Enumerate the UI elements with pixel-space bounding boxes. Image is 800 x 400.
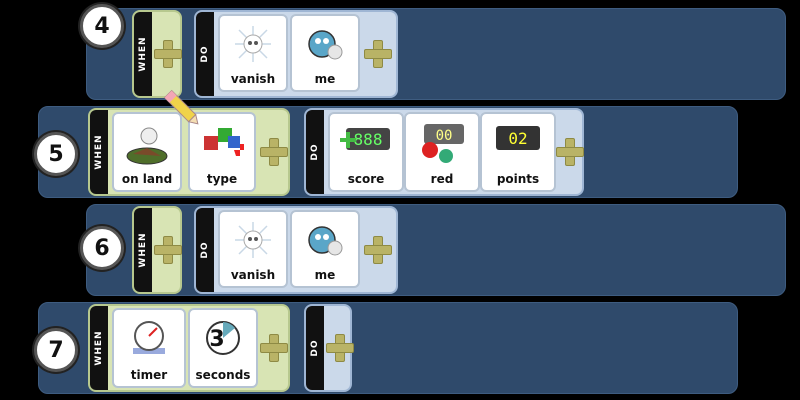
tile-label: seconds [195,368,251,382]
score-display-icon: 888 [340,128,390,150]
tile-label: vanish [230,268,276,282]
tile-label: timer [130,368,168,382]
seconds-3-icon: 3 [206,321,240,355]
rule-number-badge: 7 [34,328,78,372]
add-do-tile-button[interactable] [556,138,584,166]
stopwatch-icon [133,321,165,354]
red-display-text: 00 [436,128,453,144]
do-section[interactable]: DO vanish me [194,206,398,294]
tile-red[interactable]: 00 red [404,112,480,192]
add-do-tile-button[interactable] [364,40,392,68]
when-label: WHEN [138,232,148,268]
do-section[interactable]: DO vanish me [194,10,398,98]
do-label: DO [200,45,210,63]
rule-number-badge: 6 [80,226,124,270]
when-section[interactable]: WHEN [132,206,182,294]
when-label: WHEN [94,330,104,366]
tile-label: vanish [230,72,276,86]
tile-label: points [496,172,540,186]
add-when-tile-button[interactable] [154,236,182,264]
do-label: DO [310,143,320,161]
kodu-bot-icon [308,30,343,60]
tile-label: red [430,172,454,186]
do-section[interactable]: DO [304,304,354,392]
tile-label: score [347,172,385,186]
kodu-bot-icon [308,226,343,256]
add-when-tile-button[interactable] [260,138,288,166]
add-when-tile-button[interactable] [260,334,288,362]
add-when-tile-button[interactable] [154,40,182,68]
rule-number-badge: 5 [34,132,78,176]
sparkle-burst-icon [235,26,271,62]
tile-timer[interactable]: timer [112,308,186,388]
tile-label: type [206,172,238,186]
when-section[interactable]: WHEN timer 3 seconds [88,304,290,392]
tile-vanish[interactable]: vanish [218,210,288,288]
tile-points[interactable]: 02 points [480,112,556,192]
do-label: DO [310,339,320,357]
score-display-text: 888 [354,130,383,149]
sparkle-burst-icon [235,222,271,258]
when-label: WHEN [138,36,148,72]
tile-vanish[interactable]: vanish [218,14,288,92]
points-display-text: 02 [508,129,527,148]
add-do-tile-button[interactable] [326,334,354,362]
when-label: WHEN [94,134,104,170]
tile-score[interactable]: 888 score [328,112,404,192]
rule-number-badge: 4 [80,4,124,48]
tile-seconds[interactable]: 3 seconds [188,308,258,388]
add-do-tile-button[interactable] [364,236,392,264]
points-display-icon: 02 [496,126,540,150]
seconds-display-text: 3 [209,327,224,352]
red-score-icon: 00 [422,124,464,163]
tile-me[interactable]: me [290,14,360,92]
when-section[interactable]: WHEN [132,10,182,98]
tile-label: me [314,72,336,86]
tile-label: me [314,268,336,282]
tile-me[interactable]: me [290,210,360,288]
tile-label: on land [121,172,173,186]
do-label: DO [200,241,210,259]
do-section[interactable]: DO 888 score 00 red 02 points [304,108,584,196]
rule-row-6[interactable] [86,204,786,296]
pencil-cursor-icon [163,89,199,125]
